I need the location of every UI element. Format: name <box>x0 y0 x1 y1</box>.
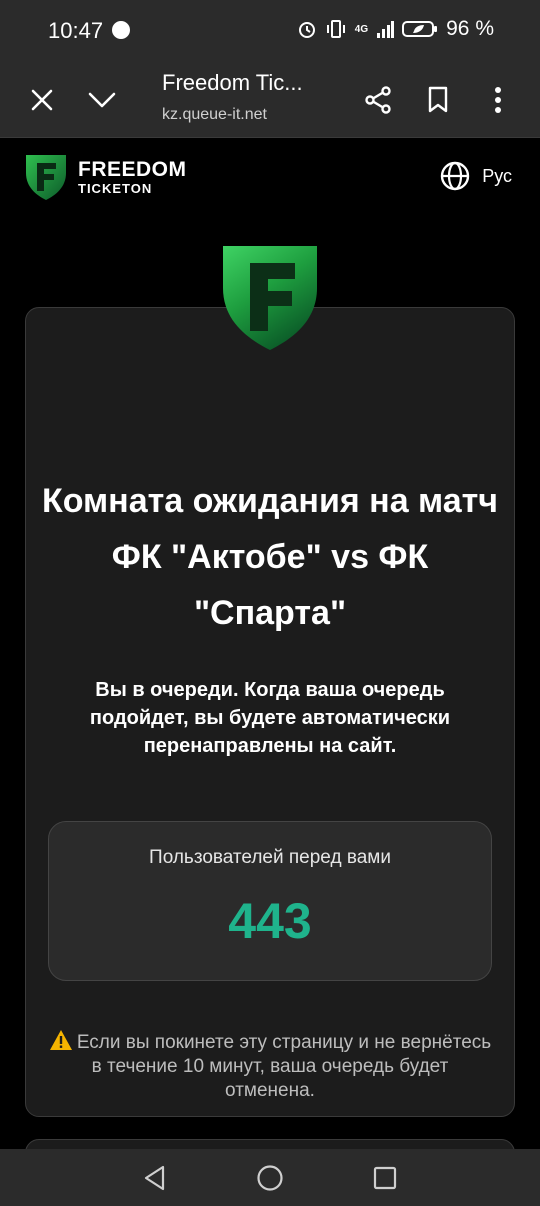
nav-recents-button[interactable] <box>368 1161 402 1195</box>
browser-toolbar: Freedom Tic... kz.queue-it.net <box>0 62 540 138</box>
menu-button[interactable] <box>476 78 520 122</box>
queue-status-text: Вы в очереди. Когда ваша очередь подойде… <box>89 679 451 757</box>
battery-percent: 96 % <box>446 17 494 40</box>
queue-position-box: Пользователей перед вами 443 <box>48 821 492 981</box>
page-title: Комната ожидания на матч ФК "Актобе" vs … <box>41 482 499 632</box>
language-switcher[interactable]: Рус <box>440 161 512 191</box>
warning-icon <box>49 1030 72 1050</box>
close-icon <box>31 89 53 111</box>
status-icons: 4G 96 % <box>297 17 494 41</box>
bookmark-icon <box>428 86 448 113</box>
brand-logo[interactable]: FREEDOM TICKETON <box>24 153 187 201</box>
alarm-icon <box>298 22 315 38</box>
language-label: Рус <box>482 165 512 186</box>
nav-home-button[interactable] <box>253 1161 287 1195</box>
bookmark-button[interactable] <box>416 78 460 122</box>
battery-icon <box>402 21 438 37</box>
tab-title: Freedom Tic... <box>162 70 303 95</box>
network-type: 4G <box>354 23 369 35</box>
chevron-down-icon <box>88 92 116 108</box>
queue-label: Пользователей перед вами <box>149 847 391 868</box>
warning-text: Если вы покинете эту страницу и не вернё… <box>76 1032 492 1101</box>
brand-name: FREEDOM <box>78 158 187 181</box>
vibrate-icon <box>326 20 345 38</box>
status-time: 10:47 <box>48 18 104 43</box>
status-bar: 10:47 4G 96 % <box>0 0 540 62</box>
home-circle-icon <box>257 1165 283 1191</box>
signal-icon <box>377 21 395 38</box>
recents-square-icon <box>373 1166 397 1190</box>
collapse-button[interactable] <box>80 78 124 122</box>
freedom-logo-icon <box>26 155 66 200</box>
url-text[interactable]: kz.queue-it.net <box>162 106 267 124</box>
back-triangle-icon <box>144 1165 165 1191</box>
freedom-shield-logo <box>223 246 317 350</box>
close-button[interactable] <box>20 78 64 122</box>
brand-subname: TICKETON <box>78 181 153 196</box>
queue-count: 443 <box>228 893 312 949</box>
page-content: FREEDOM TICKETON Рус Комната ожидания на… <box>0 139 540 1149</box>
share-button[interactable] <box>356 78 400 122</box>
system-nav-bar <box>0 1149 540 1206</box>
share-icon <box>365 86 391 114</box>
notification-icon <box>112 21 130 39</box>
globe-icon <box>440 161 470 191</box>
secondary-card <box>25 1139 515 1149</box>
nav-back-button[interactable] <box>138 1161 172 1195</box>
more-vert-icon <box>495 87 501 113</box>
warning-message: Если вы покинете эту страницу и не вернё… <box>45 1029 495 1103</box>
